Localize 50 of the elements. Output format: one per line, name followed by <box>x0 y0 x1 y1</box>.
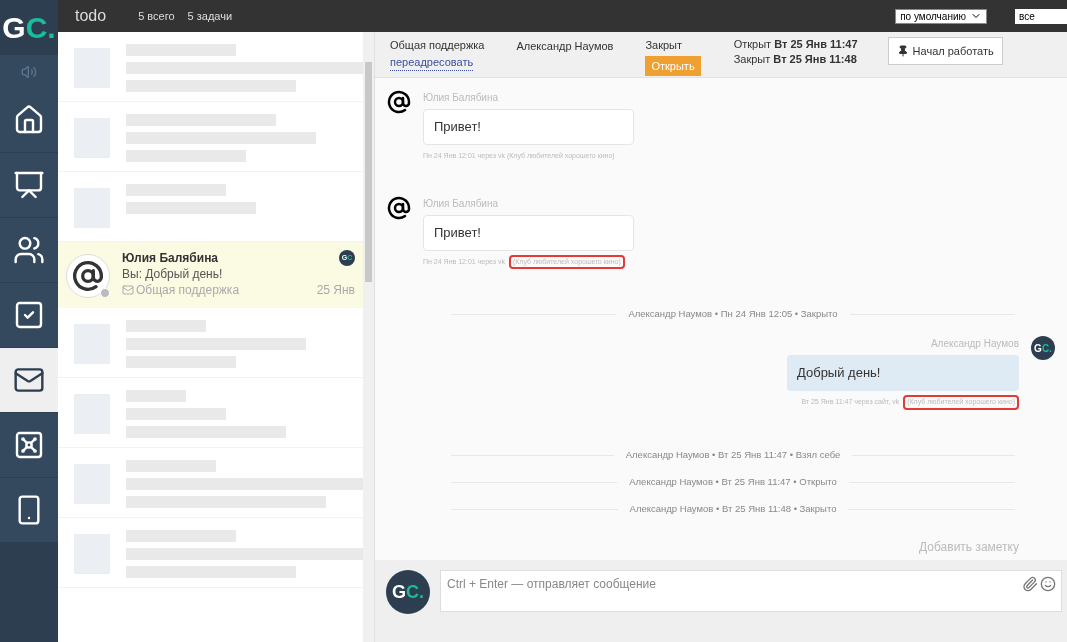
closed-time: Закрыт Вт 25 Янв 11:48 <box>733 52 858 67</box>
sidebar-item[interactable] <box>0 413 58 478</box>
author-name: Юлия Балябина <box>423 91 500 105</box>
message-field[interactable]: Ctrl + Enter — отправляет сообщение <box>440 570 1062 612</box>
scrollbar-thumb[interactable] <box>365 62 372 282</box>
paperclip-icon[interactable] <box>1022 576 1038 592</box>
users-icon <box>13 234 45 266</box>
sidebar-item[interactable] <box>0 283 58 348</box>
message-bubble: Добрый день! <box>787 355 1019 391</box>
contact-name: Юлия Балябина <box>122 250 219 266</box>
department-label: Общая поддержка <box>390 38 485 53</box>
opened-time: Открыт Вт 25 Янв 11:47 <box>733 37 858 52</box>
gc-logo: GC. <box>386 570 430 614</box>
mail-icon <box>122 284 134 296</box>
gc-logo: GC. <box>2 10 56 46</box>
forward-link[interactable]: переадресовать <box>390 53 474 71</box>
sidebar-item[interactable] <box>0 88 58 153</box>
status-label: Закрыт <box>645 38 684 53</box>
safe-icon <box>13 429 45 461</box>
event-text: Александр Наумов • Вт 25 Янв 11:47 • Взял себе <box>625 447 841 462</box>
smile-icon[interactable] <box>1040 576 1056 592</box>
at-icon <box>387 90 411 114</box>
author-name: Юлия Балябина <box>423 196 500 211</box>
event-text: Александр Наумов • Вт 25 Янв 11:47 • Открыто <box>629 474 837 489</box>
at-icon <box>387 195 411 220</box>
message-preview: Вы: Добрый день! <box>122 266 224 282</box>
message-bubble: Привет! <box>423 109 634 145</box>
event-text: Александр Наумов • Вт 25 Янв 11:48 • Закрыто <box>629 501 837 516</box>
filter-field[interactable]: все <box>1015 8 1067 24</box>
sort-select[interactable]: по умолчанию <box>895 8 987 24</box>
message-bubble: Привет! <box>423 214 634 251</box>
sidebar-item[interactable] <box>0 348 58 413</box>
start-work-button[interactable]: Начал работать <box>887 37 1003 65</box>
checkbox-icon <box>13 299 45 331</box>
sidebar-item[interactable] <box>0 478 58 543</box>
sidebar-item[interactable] <box>0 153 58 218</box>
avatar-icon <box>66 254 110 298</box>
pin-icon <box>896 45 909 57</box>
gc-logo: GC. <box>1031 336 1055 360</box>
chart-board-icon <box>13 169 45 201</box>
count-label[interactable]: 5 всего <box>138 7 175 25</box>
app-title: todo <box>75 6 107 26</box>
author-name: Александр Наумов <box>930 337 1019 351</box>
sidebar-item[interactable] <box>0 218 58 283</box>
conversation-date: 25 Янв <box>316 282 355 298</box>
count-label[interactable]: 5 задачи <box>187 7 233 25</box>
assignee-name: Александр Наумов <box>516 39 614 54</box>
channel-name: Общая поддержка <box>136 282 240 298</box>
event-text: Александр Наумов • Пн 24 Янв 12:05 • Закрыто <box>628 307 838 322</box>
home-icon <box>13 104 45 136</box>
